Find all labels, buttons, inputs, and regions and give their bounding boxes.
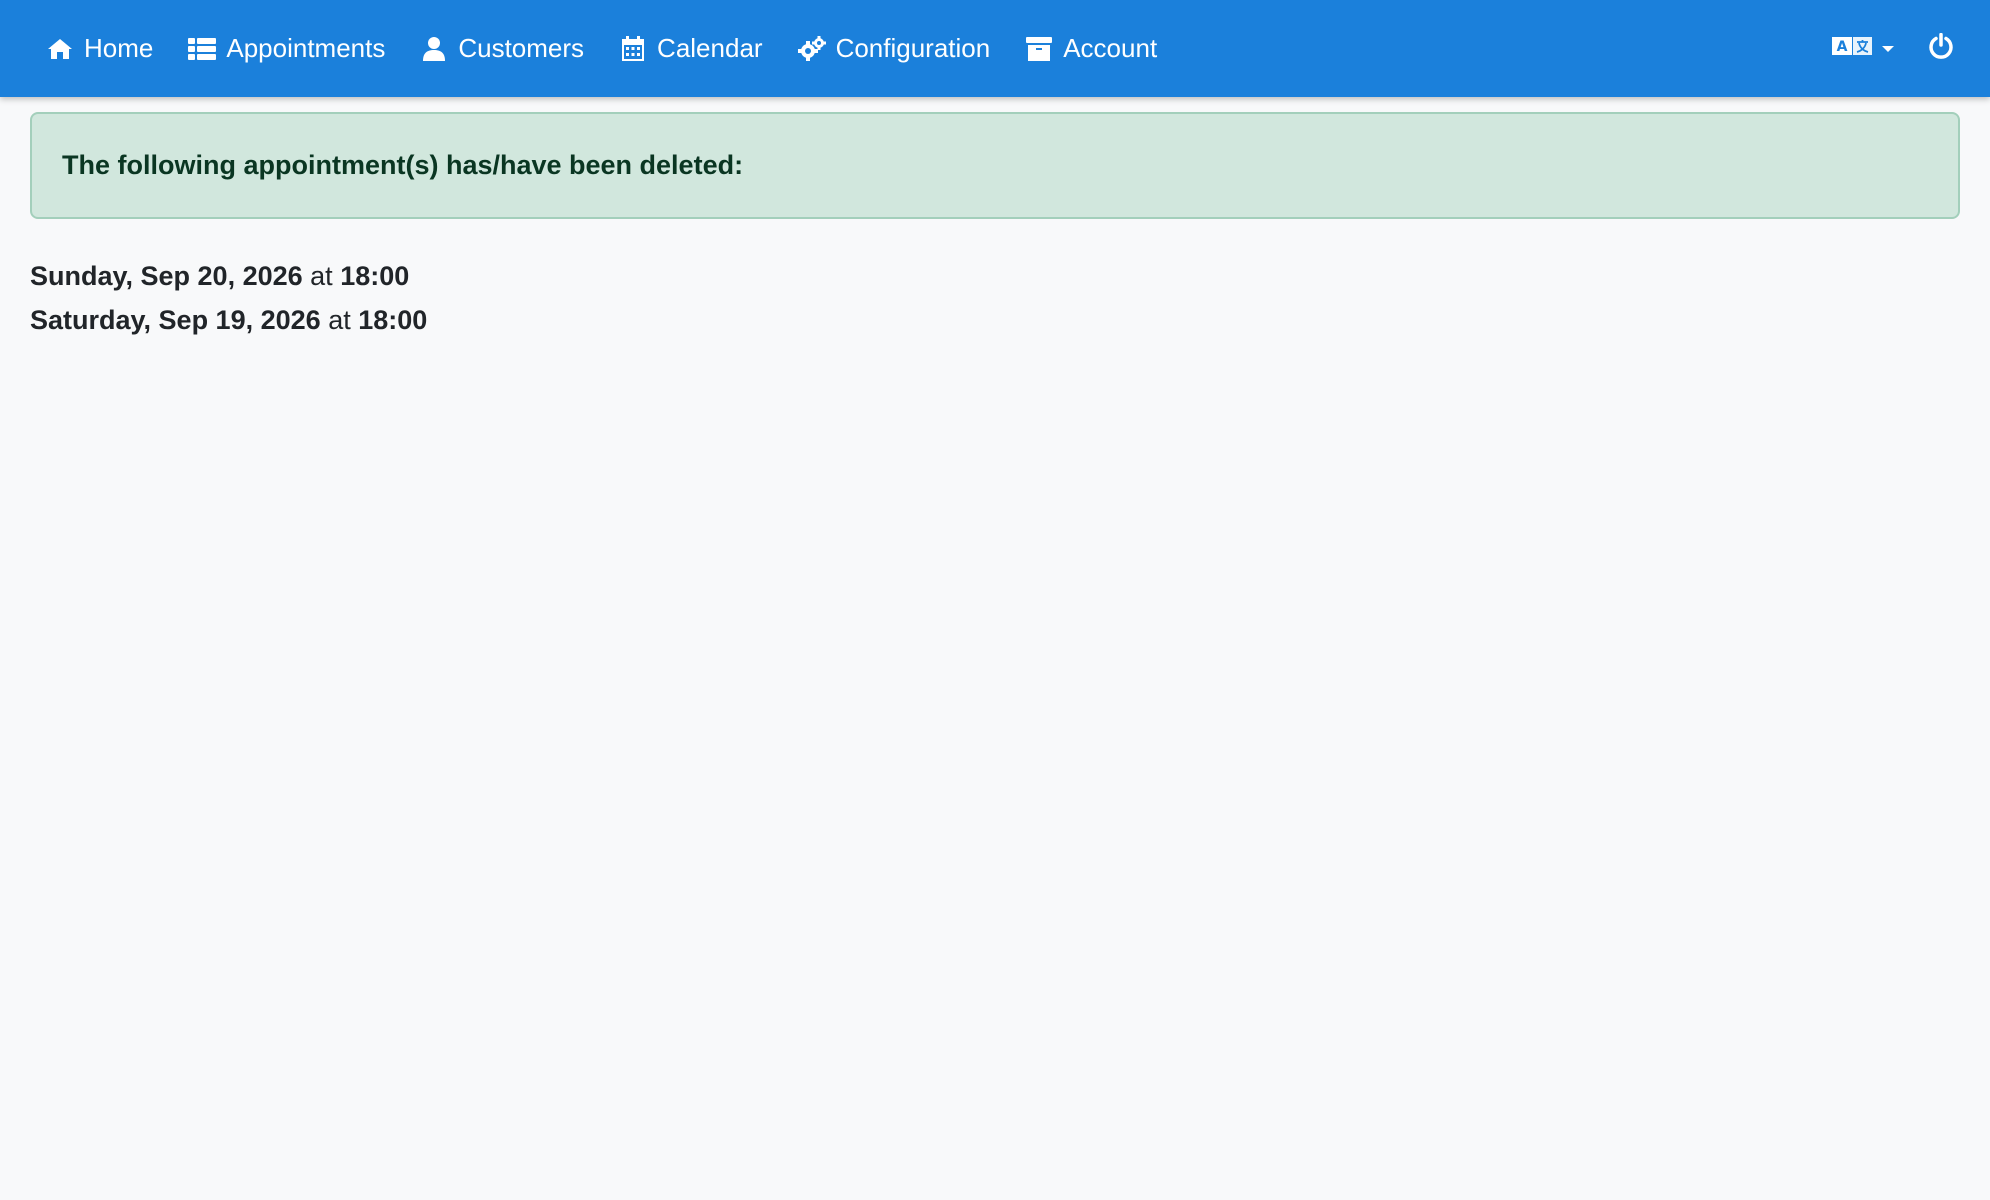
appointment-time: 18:00	[340, 261, 410, 291]
nav-item-customers[interactable]: Customers	[420, 0, 584, 97]
nav-item-home[interactable]: Home	[46, 0, 153, 97]
deleted-appointments-list: Sunday, Sep 20, 2026 at 18:00 Saturday, …	[30, 254, 427, 342]
nav-item-label: Customers	[458, 33, 585, 63]
power-icon	[1928, 32, 1954, 64]
appointment-date: Saturday, Sep 19, 2026	[30, 305, 321, 335]
nav-menu: Home Appointments Customers Calendar Con…	[46, 0, 1192, 97]
calendar-icon	[619, 35, 647, 63]
language-icon: A	[1832, 35, 1872, 62]
appointment-date: Sunday, Sep 20, 2026	[30, 261, 303, 291]
alert-message: The following appointment(s) has/have be…	[62, 150, 744, 180]
archive-icon	[1025, 35, 1053, 63]
nav-item-label: Home	[84, 33, 154, 63]
nav-item-label: Appointments	[226, 33, 386, 63]
user-icon	[420, 35, 448, 63]
nav-item-configuration[interactable]: Configuration	[797, 0, 991, 97]
deleted-appointment-item: Sunday, Sep 20, 2026 at 18:00	[30, 254, 427, 298]
svg-text:A: A	[1837, 39, 1848, 55]
nav-item-calendar[interactable]: Calendar	[619, 0, 763, 97]
cogs-icon	[797, 35, 826, 63]
home-icon	[46, 35, 74, 63]
nav-item-account[interactable]: Account	[1025, 0, 1157, 97]
nav-item-label: Calendar	[657, 33, 763, 63]
list-icon	[188, 35, 217, 63]
logout-button[interactable]	[1928, 32, 1954, 64]
appointment-time: 18:00	[358, 305, 428, 335]
nav-right: A	[1832, 0, 1954, 97]
appointment-connector: at	[310, 261, 333, 291]
deleted-appointment-item: Saturday, Sep 19, 2026 at 18:00	[30, 298, 427, 342]
chevron-down-icon	[1882, 45, 1894, 52]
top-navbar: Home Appointments Customers Calendar Con…	[0, 0, 1990, 97]
success-alert: The following appointment(s) has/have be…	[30, 112, 1960, 219]
appointment-connector: at	[328, 305, 351, 335]
nav-item-label: Account	[1063, 33, 1158, 63]
language-dropdown[interactable]: A	[1832, 35, 1894, 62]
nav-item-appointments[interactable]: Appointments	[188, 0, 385, 97]
nav-item-label: Configuration	[835, 33, 991, 63]
